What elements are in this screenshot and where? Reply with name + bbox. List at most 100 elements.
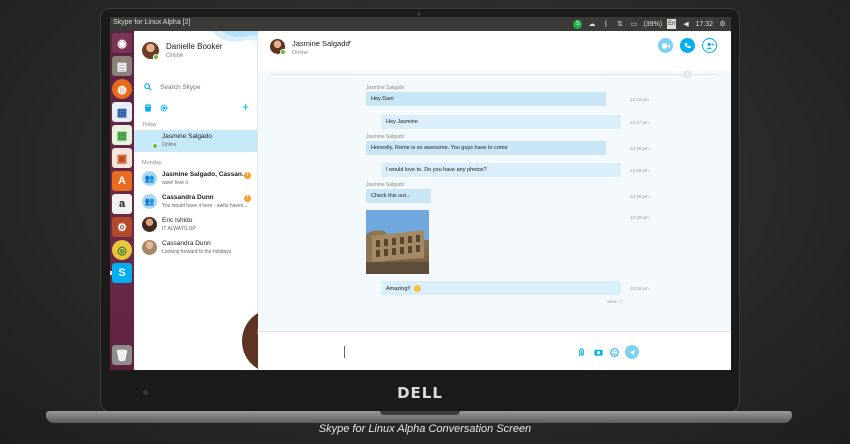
- dell-logo: DELL: [397, 384, 443, 402]
- add-person-icon: [705, 42, 714, 49]
- battery-icon[interactable]: ▭: [629, 19, 638, 29]
- window-title: Skype for Linux Alpha [2]: [113, 19, 191, 26]
- battery-percent: (39%): [643, 20, 663, 28]
- clock[interactable]: 17:32: [695, 19, 713, 29]
- message-bubble-incoming[interactable]: Hey Dani: [366, 92, 606, 106]
- bluetooth-icon[interactable]: ᛒ: [601, 19, 610, 29]
- group-avatar-icon: 👥: [142, 171, 157, 186]
- contacts-book-icon[interactable]: [144, 104, 152, 112]
- conversation-preview: You would have it here · awful haves...: [162, 203, 248, 209]
- gear-icon[interactable]: [160, 104, 168, 112]
- contact-name[interactable]: Jasmine Salgado: [292, 39, 350, 48]
- files-icon[interactable]: ▤: [112, 56, 132, 76]
- image-caption: Skype for Linux Alpha Conversation Scree…: [318, 423, 532, 435]
- contact-status: Online: [292, 50, 308, 56]
- avatar: [142, 217, 157, 232]
- message-time: 12:29 pm: [630, 286, 649, 291]
- system-tray: S ☁ ᛒ ⇅ ▭ (39%) En ◀ 17:32 ⚙: [573, 18, 727, 30]
- skype-tray-icon[interactable]: S: [573, 19, 583, 29]
- send-button[interactable]: [625, 345, 639, 359]
- chrome-icon[interactable]: ◎: [112, 240, 132, 260]
- power-gear-icon[interactable]: ⚙: [718, 19, 727, 29]
- message-time: 12:28 pm: [630, 194, 649, 199]
- chat-pane: Jasmine Salgado ▾ Online Jasmine Salgado…: [258, 31, 731, 370]
- message-sender: Jasmine Salgado: [366, 182, 405, 188]
- list-item[interactable]: Jasmine Salgado Online: [134, 130, 305, 370]
- conversation-name: Jasmine Salgado: [162, 133, 212, 140]
- video-camera-icon: [661, 43, 670, 48]
- message-input[interactable]: [344, 346, 564, 358]
- conversation-name: Cassandra Dunn: [162, 194, 214, 201]
- new-conversation-plus-icon[interactable]: +: [242, 101, 249, 113]
- phone-icon: [684, 42, 691, 49]
- trash-icon[interactable]: 🗑: [112, 345, 132, 365]
- impress-icon[interactable]: ▣: [112, 148, 132, 168]
- amazon-icon[interactable]: a: [112, 194, 132, 214]
- profile-status: Online: [166, 53, 184, 59]
- conversation-name: Eric Ishido: [162, 217, 193, 224]
- seen-label: Seen: [607, 299, 618, 304]
- unread-badge: 1: [244, 172, 251, 179]
- video-call-button[interactable]: [658, 38, 673, 53]
- firefox-icon[interactable]: ◍: [112, 79, 132, 99]
- search-input[interactable]: [160, 82, 250, 92]
- screen: Skype for Linux Alpha [2] S ☁ ᛒ ⇅ ▭ (39%…: [110, 17, 731, 370]
- message-time: 12:23 pm: [630, 97, 649, 102]
- list-item[interactable]: 👥 Cassandra Dunn You would have it here …: [134, 191, 257, 213]
- unity-launcher: ◉ ▤ ◍ ▦ ▦ ▣ A a ⚙ ◎ S 🗑: [110, 31, 134, 370]
- calc-icon[interactable]: ▦: [112, 125, 132, 145]
- chevron-down-icon[interactable]: ▾: [348, 39, 351, 46]
- photo-image: [366, 210, 429, 274]
- attach-file-icon[interactable]: [577, 348, 586, 357]
- conversation-preview: Online: [162, 142, 177, 148]
- writer-icon[interactable]: ▦: [112, 102, 132, 122]
- webcam: [417, 12, 421, 16]
- ubuntu-dash-icon[interactable]: ◉: [112, 33, 132, 53]
- shared-photo-colosseum[interactable]: [366, 210, 429, 274]
- profile-name[interactable]: Danielle Booker: [166, 42, 222, 51]
- skype-launcher-icon[interactable]: S: [110, 263, 132, 283]
- message-time: 12:27 pm: [630, 120, 649, 125]
- network-icon[interactable]: ⇅: [615, 19, 624, 29]
- laptop-hinge-notch: [380, 411, 460, 415]
- message-time: 12:28 pm: [630, 168, 649, 173]
- conversation-preview: IT ALWAYS UP: [162, 226, 196, 232]
- message-sender: Jasmine Salgado: [366, 134, 405, 140]
- conversation-preview: wow! love it: [162, 180, 188, 186]
- software-center-icon[interactable]: A: [112, 171, 132, 191]
- search-icon[interactable]: [144, 83, 152, 91]
- header-divider: [270, 74, 718, 75]
- group-avatar-icon: 👥: [142, 194, 157, 209]
- message-bubble-incoming[interactable]: Check this out...: [366, 189, 431, 203]
- system-top-bar: Skype for Linux Alpha [2] S ☁ ᛒ ⇅ ▭ (39%…: [110, 17, 731, 31]
- message-time: 12:28 pm: [630, 215, 649, 220]
- skype-sidebar: Danielle Booker Online + Today Jasmine S…: [134, 31, 305, 370]
- list-item[interactable]: Eric Ishido IT ALWAYS UP: [134, 214, 257, 236]
- section-monday: Monday: [142, 160, 162, 166]
- send-photo-icon[interactable]: [594, 348, 603, 357]
- message-time: 12:28 pm: [630, 146, 649, 151]
- keyboard-layout[interactable]: En: [667, 19, 677, 29]
- message-text: Amazing!!: [386, 285, 411, 292]
- section-today: Today: [142, 122, 157, 128]
- list-item[interactable]: 👥 Jasmine Salgado, Cassan... wow! love i…: [134, 168, 257, 190]
- message-bubble-outgoing[interactable]: I would love to. Do you have any photos?: [381, 163, 621, 177]
- scroll-marker: [684, 71, 691, 78]
- settings-icon[interactable]: ⚙: [112, 217, 132, 237]
- cloud-icon[interactable]: ☁: [587, 19, 596, 29]
- list-item[interactable]: Cassandra Dunn Looking forward to the ho…: [134, 237, 257, 259]
- message-sender: Jasmine Salgado: [366, 85, 405, 91]
- presence-dot: [152, 143, 158, 149]
- presence-dot: [153, 54, 159, 60]
- volume-icon[interactable]: ◀: [681, 19, 690, 29]
- presence-dot: [280, 49, 286, 55]
- message-bubble-incoming[interactable]: Honestly, Rome is so awesome. You guys h…: [366, 141, 606, 155]
- audio-call-button[interactable]: [680, 38, 695, 53]
- conversation-name: Jasmine Salgado, Cassan...: [162, 171, 248, 178]
- send-arrow-icon: [629, 349, 635, 355]
- emoticon-icon[interactable]: [610, 348, 619, 357]
- smiley-emoticon-icon: [414, 285, 421, 292]
- add-people-button[interactable]: [702, 38, 717, 53]
- message-bubble-outgoing[interactable]: Amazing!!: [381, 281, 621, 295]
- message-bubble-outgoing[interactable]: Hey Jasmine: [381, 115, 621, 129]
